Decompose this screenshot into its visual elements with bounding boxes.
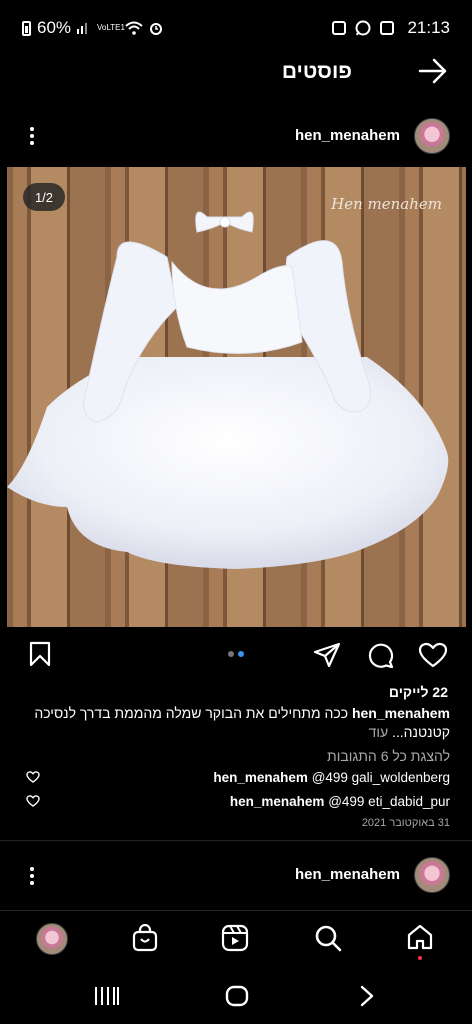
comment-text: @499 gali_woldenberg (311, 770, 450, 785)
chevron-right-icon (360, 985, 374, 1007)
gallery-notification-icon (380, 21, 395, 35)
share-button[interactable] (313, 642, 341, 673)
post-divider (0, 840, 472, 841)
post-username[interactable]: hen_menahem (295, 866, 400, 883)
whatsapp-icon (355, 20, 371, 36)
page-title: פוסטים (281, 60, 352, 83)
carousel-dot (228, 651, 234, 657)
watermark: Hen menahem (331, 195, 442, 213)
shop-icon (132, 923, 158, 952)
heart-outline-icon (26, 795, 40, 807)
comment-text: @499 eti_dabid_pur (328, 794, 450, 809)
post-options-button[interactable] (30, 864, 34, 888)
profile-tab[interactable] (36, 923, 68, 955)
status-left: 60% VoLTE1 (22, 18, 163, 38)
post-image[interactable]: 1/2 Hen menahem (7, 167, 466, 627)
carousel-indicator (228, 651, 244, 657)
comment-row: hen_menahem @499 gali_woldenberg (213, 770, 450, 785)
heart-outline-icon (26, 771, 40, 783)
arrow-right-icon (418, 58, 447, 84)
comment-like-button[interactable] (26, 794, 40, 812)
volte-label: VoLTE1 (97, 23, 125, 32)
home-system-button[interactable] (225, 985, 249, 1012)
comment-username[interactable]: hen_menahem (213, 770, 308, 785)
system-navigation (0, 966, 472, 1024)
battery-percent: 60% (37, 18, 72, 37)
likes-count[interactable]: 22 לייקים (389, 684, 448, 700)
comment-button[interactable] (366, 641, 394, 674)
comment-icon (368, 643, 394, 669)
post-options-button[interactable] (30, 124, 34, 148)
image-counter: 1/2 (23, 183, 65, 211)
reels-icon (221, 924, 249, 952)
signal-icon (77, 23, 88, 34)
status-bar: 60% VoLTE1 21:13 (0, 0, 472, 54)
post-username[interactable]: hen_menahem (295, 127, 400, 144)
shop-tab[interactable] (131, 923, 159, 957)
status-right: 21:13 (332, 18, 450, 38)
post-avatar[interactable] (414, 118, 450, 154)
back-system-button[interactable] (359, 985, 375, 1012)
bottom-navigation (0, 910, 472, 967)
wifi-icon (125, 21, 143, 35)
notification-dot (418, 956, 422, 960)
search-tab[interactable] (314, 924, 342, 957)
post-avatar[interactable] (414, 857, 450, 893)
send-icon (313, 642, 341, 668)
home-circle-icon (225, 985, 249, 1007)
reels-tab[interactable] (221, 924, 249, 957)
dress-illustration (7, 211, 449, 569)
back-button[interactable] (418, 58, 448, 89)
recents-button[interactable] (94, 986, 120, 1011)
home-icon (407, 924, 433, 950)
clock: 21:13 (407, 18, 450, 37)
save-button[interactable] (28, 641, 52, 672)
carousel-dot-active (238, 651, 244, 657)
bookmark-icon (29, 641, 51, 667)
comment-row: hen_menahem @499 eti_dabid_pur (230, 794, 450, 809)
alarm-icon (150, 23, 163, 35)
view-all-comments[interactable]: להצגת כל 6 התגובות (327, 748, 450, 764)
recents-icon (95, 987, 119, 1005)
search-icon (315, 925, 342, 952)
caption-more-link[interactable]: עוד (369, 724, 389, 740)
checkbox-notification-icon (332, 21, 347, 35)
caption-username[interactable]: hen_menahem (352, 705, 450, 721)
home-tab[interactable] (406, 923, 434, 960)
caption: hen_menahem ככה מתחילים את הבוקר שמלה מה… (20, 704, 450, 742)
comment-like-button[interactable] (26, 770, 40, 788)
like-button[interactable] (418, 642, 448, 673)
post-date: 31 באוקטובר 2021 (361, 817, 450, 829)
battery-icon (22, 20, 31, 36)
comment-username[interactable]: hen_menahem (230, 794, 325, 809)
heart-icon (418, 642, 448, 668)
